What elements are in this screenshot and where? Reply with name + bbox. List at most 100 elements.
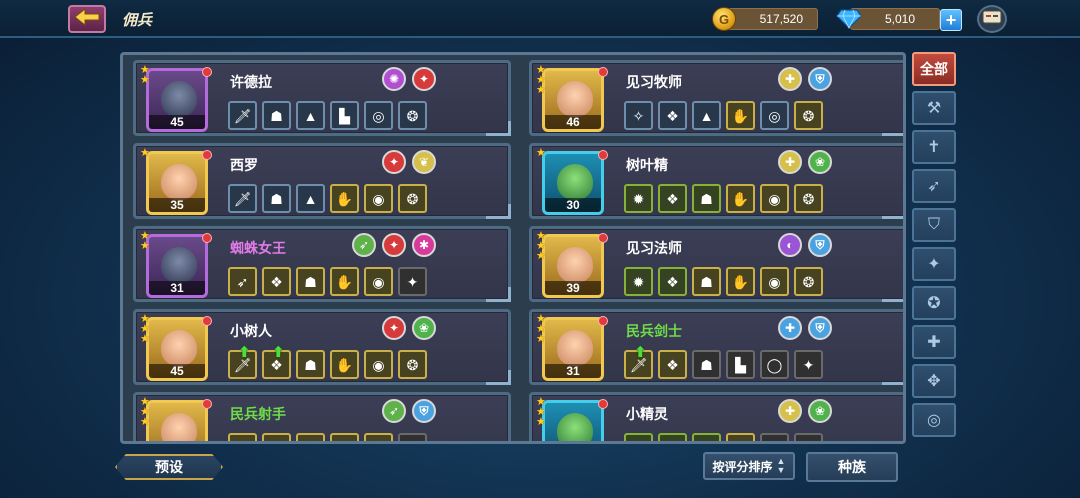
tab-holy-cross[interactable]: ✚ [912, 325, 956, 359]
chat-button[interactable] [977, 5, 1007, 33]
equipment-slot[interactable]: ▲ [296, 184, 325, 213]
equipment-slot[interactable]: ☗ [692, 350, 721, 379]
equipment-slot[interactable]: ✧ [624, 101, 653, 130]
equipment-slot[interactable]: ✹ [624, 184, 653, 213]
hero-card[interactable]: ★★★ 小精灵 ✚❀ ✹ ❖ ☗ ✋ ◯ ✦ [529, 392, 903, 441]
tab-shield[interactable]: ⛉ [912, 208, 956, 242]
equipment-slot[interactable]: ❖ [658, 267, 687, 296]
equipment-slot[interactable]: ◉ [364, 267, 393, 296]
preset-button[interactable]: 预设 [115, 454, 223, 480]
equipment-slot[interactable]: ✹ [624, 433, 653, 441]
equipment-slot[interactable]: ◎ [760, 101, 789, 130]
gem-amount: 5,010 [884, 12, 915, 26]
equipment-slot[interactable]: ✋ [330, 267, 359, 296]
tab-shuriken[interactable]: ✦ [912, 247, 956, 281]
equipment-slot[interactable]: ✋ [726, 184, 755, 213]
equipment-slot[interactable]: ❖ [658, 184, 687, 213]
equipment-slot[interactable]: ❖ ⬆ [262, 344, 291, 379]
equipment-slot[interactable]: 🗡 ⬆ [624, 344, 653, 379]
equipment-slot[interactable]: ❂ [398, 101, 427, 130]
hero-card[interactable]: 45 ★ ★ 许德拉 ✺ ✦ 🗡 ☗ ▲ ▙ ◎ ❂ [133, 60, 511, 136]
hero-card[interactable]: 31 ★ ★ 蜘蛛女王 ➶ ✦ ✱ ➶ ❖ ☗ ✋ ◉ ✦ [133, 226, 511, 302]
equipment-slot[interactable]: ✋ [330, 350, 359, 379]
equipment-slot[interactable]: ✹ [624, 267, 653, 296]
hero-card[interactable]: 45 ★ ★ ★ 小树人 ✦ ❀ 🗡 ⬆ ❖ ⬆ ☗ ✋ ◉ ❂ [133, 309, 511, 385]
equipment-slot[interactable]: ❂ [794, 267, 823, 296]
equipment-slot[interactable]: ◉ [364, 184, 393, 213]
equipment-slot[interactable]: ✦ [398, 433, 427, 441]
hero-card[interactable]: 31 ★ ★ ★ 民兵剑士 ✚ ⛨ 🗡 ⬆ ❖ ☗ ▙ ◯ ✦ [529, 309, 903, 385]
equipment-slot[interactable]: ▙ [330, 101, 359, 130]
equipment-slot[interactable]: ❖ [262, 267, 291, 296]
hero-portrait[interactable]: 45 [146, 68, 208, 132]
hero-card[interactable]: 39 ★ ★ ★ 见习法师 ◐ ⛨ ✹ ❖ ☗ ✋ ◉ ❂ [529, 226, 903, 302]
equipment-slot[interactable]: ☗ [296, 350, 325, 379]
equipment-slot[interactable]: ❂ [794, 184, 823, 213]
equipment-slot[interactable]: ❖ [262, 433, 291, 441]
hero-card[interactable]: ★★★民兵射手➶⛨➶❖☗✋◉✦ [133, 392, 511, 441]
hero-portrait[interactable]: 39 [542, 234, 604, 298]
sort-dropdown[interactable]: 按评分排序 ▲ ▼ [703, 452, 795, 480]
tab-target[interactable]: ◎ [912, 403, 956, 437]
helmet-icon: ☗ [700, 273, 713, 290]
equipment-slot[interactable]: 🗡 [228, 101, 257, 130]
equipment-slot[interactable]: ✦ [398, 267, 427, 296]
equipment-slot[interactable]: ▙ [726, 350, 755, 379]
equipment-slot[interactable]: ✦ [794, 433, 823, 441]
equipment-slot[interactable]: ✋ [726, 267, 755, 296]
equipment-slot[interactable]: ✦ [794, 350, 823, 379]
equipment-slot[interactable]: ✋ [330, 184, 359, 213]
equipment-slot[interactable]: ❖ [658, 433, 687, 441]
tab-bow[interactable]: ➶ [912, 169, 956, 203]
equipment-slot[interactable]: ☗ [296, 267, 325, 296]
equipment-slot[interactable]: ◉ [760, 267, 789, 296]
equipment-slot[interactable]: ☗ [262, 101, 291, 130]
race-filter-button[interactable]: 种族 [806, 452, 898, 482]
hero-portrait[interactable]: 46 [542, 68, 604, 132]
hero-card[interactable]: 35 ★ 西罗 ✦ ❦ 🗡 ☗ ▲ ✋ ◉ ❂ [133, 143, 511, 219]
equipment-slot[interactable]: ❂ [794, 101, 823, 130]
equipment-slot[interactable]: ✋ [726, 101, 755, 130]
tab-rune-circle[interactable]: ✪ [912, 286, 956, 320]
hero-portrait[interactable] [542, 400, 604, 441]
equipment-slot[interactable]: ☗ [692, 267, 721, 296]
equipment-slot[interactable]: ✋ [726, 433, 755, 441]
equipment-slot[interactable]: ➶ [228, 267, 257, 296]
hero-portrait[interactable]: 35 [146, 151, 208, 215]
equipment-slot[interactable]: 🗡 ⬆ [228, 344, 257, 379]
equipment-slot[interactable]: ☗ [296, 433, 325, 441]
equipment-slot[interactable]: ✋ [330, 433, 359, 441]
equipment-slot[interactable]: ☗ [262, 184, 291, 213]
hero-card[interactable]: 46 ★ ★ ★ 见习牧师 ✚ ⛨ ✧ ❖ ▲ ✋ ◎ ❂ [529, 60, 903, 136]
equipment-slot[interactable]: ◯ [760, 350, 789, 379]
equipment-slot[interactable]: ☗ [692, 433, 721, 441]
equipment-slot[interactable]: ◎ [364, 101, 393, 130]
equipment-slot[interactable]: ❂ [398, 184, 427, 213]
tab-spin[interactable]: ✥ [912, 364, 956, 398]
equipment-slot[interactable]: 🗡 [228, 184, 257, 213]
tab-hammer[interactable]: ⚒ [912, 91, 956, 125]
hero-list-panel[interactable]: 45 ★ ★ 许德拉 ✺ ✦ 🗡 ☗ ▲ ▙ ◎ ❂ 46 ★ ★ ★ 见习牧师 ✚ ⛨ ✧ ❖ ▲ ✋ ◎ ❂ 35 ★ 西罗 ✦ ❦ 🗡… [120, 52, 906, 444]
hero-card[interactable]: 30 ★ 树叶精 ✚ ❀ ✹ ❖ ☗ ✋ ◉ ❂ [529, 143, 903, 219]
tab-all[interactable]: 全部 [912, 52, 956, 86]
equipment-slot[interactable]: ❂ [398, 350, 427, 379]
equipment-slot[interactable]: ◯ [760, 433, 789, 441]
equipment-slot[interactable]: ▲ [296, 101, 325, 130]
equipment-slot[interactable]: ➶ [228, 433, 257, 441]
equipment-slot[interactable]: ☗ [692, 184, 721, 213]
equipment-slot[interactable]: ◉ [364, 350, 393, 379]
equipment-slot[interactable]: ◉ [760, 184, 789, 213]
race-label: 种族 [838, 459, 866, 475]
hero-portrait[interactable]: 30 [542, 151, 604, 215]
equipment-slot[interactable]: ▲ [692, 101, 721, 130]
hero-portrait[interactable]: 31 [146, 234, 208, 298]
equipment-slot[interactable]: ❖ [658, 101, 687, 130]
back-button[interactable] [68, 5, 106, 33]
add-gems-button[interactable]: + [940, 9, 962, 31]
equipment-slot[interactable]: ❖ [658, 350, 687, 379]
hero-portrait[interactable]: 45 [146, 317, 208, 381]
hero-portrait[interactable] [146, 400, 208, 441]
tab-cross[interactable]: ✝ [912, 130, 956, 164]
equipment-slot[interactable]: ◉ [364, 433, 393, 441]
hero-portrait[interactable]: 31 [542, 317, 604, 381]
